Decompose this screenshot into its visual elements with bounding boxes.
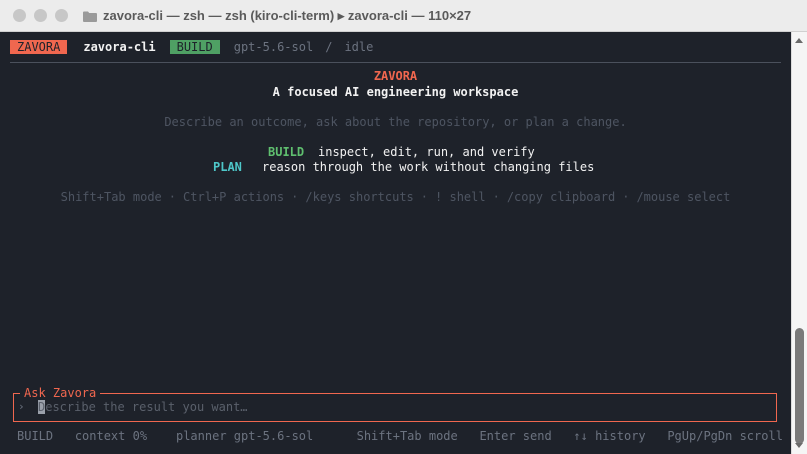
welcome-hint: Describe an outcome, ask about the repos… (164, 115, 627, 129)
mode-build-label: BUILD (268, 145, 305, 159)
shortcut-item: /keys shortcuts (305, 190, 414, 204)
terminal-view[interactable]: ZAVORA zavora-cli BUILD gpt-5.6-sol / id… (0, 32, 791, 454)
welcome-tagline: A focused AI engineering workspace (272, 85, 519, 99)
shortcut-item: ! shell (435, 190, 486, 204)
shortcut-separator: · (492, 190, 500, 204)
status-history-hint: ↑↓ history (573, 429, 646, 443)
shortcut-separator: · (291, 190, 299, 204)
brand-badge: ZAVORA (10, 40, 68, 54)
scroll-down-icon[interactable] (795, 443, 803, 448)
minimize-window-button[interactable] (34, 9, 47, 22)
status-mode-hint: Shift+Tab mode (356, 429, 458, 443)
window-title-group: zavora-cli — zsh — zsh (kiro-cli-term) ▸… (83, 8, 471, 24)
shortcut-item: Shift+Tab mode (60, 190, 162, 204)
mode-build-description: inspect, edit, run, and verify (318, 145, 535, 159)
folder-icon (83, 11, 97, 22)
window-title: zavora-cli — zsh — zsh (kiro-cli-term) ▸… (103, 8, 472, 23)
mode-plan-label: PLAN (213, 160, 242, 174)
scroll-up-icon[interactable] (795, 38, 803, 43)
status-bar: BUILD context 0% planner gpt-5.6-sol Shi… (17, 429, 783, 443)
zoom-window-button[interactable] (55, 9, 68, 22)
header-separator: / (325, 40, 333, 54)
welcome-brand: ZAVORA (373, 69, 418, 83)
prompt-box[interactable]: Ask Zavora › (13, 386, 777, 422)
terminal-window: zavora-cli — zsh — zsh (kiro-cli-term) ▸… (0, 0, 807, 454)
shortcut-separator: · (168, 190, 177, 204)
title-bar[interactable]: zavora-cli — zsh — zsh (kiro-cli-term) ▸… (0, 0, 807, 32)
shortcut-separator: · (420, 190, 429, 204)
shortcut-item: /copy clipboard (506, 190, 616, 204)
shortcut-separator: · (622, 190, 630, 204)
app-name: zavora-cli (83, 40, 156, 54)
prompt-input[interactable] (38, 398, 738, 416)
vertical-scrollbar[interactable] (791, 32, 807, 454)
status-context: context 0% (74, 429, 148, 443)
shortcut-item: /mouse select (636, 190, 731, 204)
model-name: gpt-5.6-sol (233, 40, 314, 54)
status-mode: BUILD (17, 429, 54, 443)
mode-badge: BUILD (169, 40, 220, 54)
session-state: idle (344, 40, 374, 54)
shortcut-item: Ctrl+P actions (183, 190, 285, 204)
scrollbar-thumb[interactable] (795, 328, 804, 444)
header-divider (10, 62, 781, 63)
shortcut-hints: Shift+Tab mode · Ctrl+P actions · /keys shor… (0, 190, 791, 204)
close-window-button[interactable] (13, 9, 26, 22)
status-send-hint: Enter send (479, 429, 552, 443)
status-planner: planner gpt-5.6-sol (175, 429, 314, 443)
header-bar: ZAVORA zavora-cli BUILD gpt-5.6-sol / id… (10, 39, 373, 55)
status-scroll-hint: PgUp/PgDn scroll (667, 429, 783, 443)
mode-plan-description: reason through the work without changing… (262, 160, 595, 174)
prompt-chevron-icon: › (18, 400, 25, 413)
